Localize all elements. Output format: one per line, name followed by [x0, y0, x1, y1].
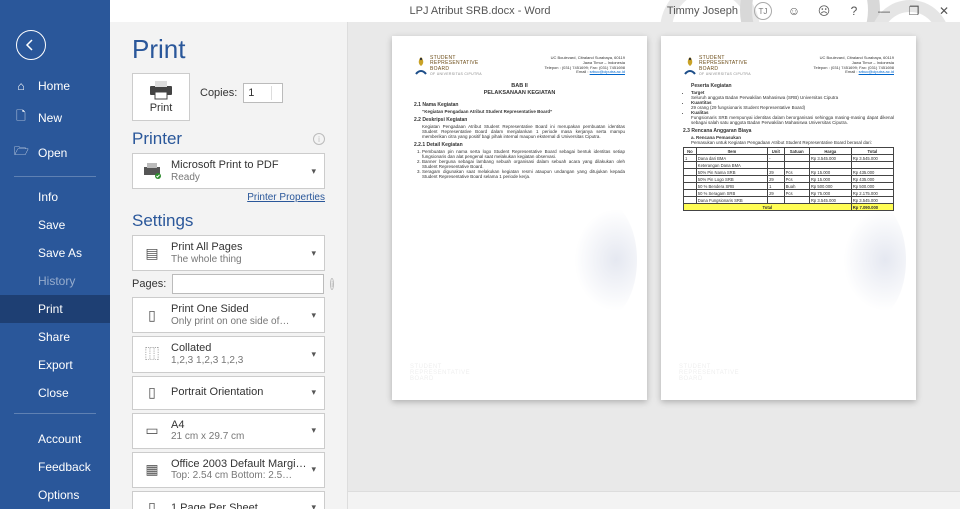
user-name: Timmy Joseph	[667, 5, 738, 17]
face-happy-icon[interactable]: ☺	[786, 3, 802, 19]
margins-select[interactable]: ▦ Office 2003 Default Margi…Top: 2.54 cm…	[132, 452, 325, 488]
copies-stepper[interactable]: 1	[243, 83, 283, 103]
help-icon[interactable]: ?	[846, 3, 862, 19]
chevron-down-icon: ▾	[311, 166, 316, 177]
sidebar-item-home[interactable]: ⌂Home	[0, 72, 110, 100]
sidebar-item-save[interactable]: Save	[0, 211, 110, 239]
pages-per-sheet-select[interactable]: ▯ 1 Page Per Sheet ▾	[132, 491, 325, 509]
home-icon: ⌂	[14, 79, 28, 93]
chevron-down-icon: ▾	[311, 502, 316, 509]
sidebar-item-share[interactable]: Share	[0, 323, 110, 351]
title-bar: LPJ Atribut SRB.docx - Word Timmy Joseph…	[0, 0, 960, 22]
sidebar-item-print[interactable]: Print	[0, 295, 110, 323]
pages-label: Pages:	[132, 278, 166, 290]
print-settings-panel: Print Print Copies: 1 Printer i Microsof…	[110, 22, 348, 509]
sidebar-item-close[interactable]: Close	[0, 379, 110, 407]
chevron-down-icon: ▾	[311, 248, 316, 259]
sidebar-item-open[interactable]: 🗁Open	[0, 135, 110, 170]
sidebar-item-history: History	[0, 267, 110, 295]
copies-label: Copies:	[200, 87, 237, 99]
sidebar-item-info[interactable]: Info	[0, 183, 110, 211]
open-icon: 🗁	[14, 142, 28, 163]
preview-page-2: STUDENTREPRESENTATIVEBOARDOF UNIVERSITAS…	[661, 36, 916, 400]
portrait-icon: ▯	[141, 382, 163, 404]
sidebar-item-export[interactable]: Export	[0, 351, 110, 379]
sidebar-item-account[interactable]: Account	[0, 425, 110, 453]
print-preview: STUDENTREPRESENTATIVEBOARDOF UNIVERSITAS…	[348, 22, 960, 509]
restore-icon[interactable]: ❐	[906, 3, 922, 19]
org-logo-icon	[683, 56, 697, 76]
print-button[interactable]: Print	[132, 73, 190, 121]
orientation-select[interactable]: ▯ Portrait Orientation ▾	[132, 376, 325, 410]
org-logo-icon	[414, 56, 428, 76]
sidebar-item-new[interactable]: 🗋New	[0, 100, 110, 135]
printer-select[interactable]: Microsoft Print to PDF Ready ▾	[132, 153, 325, 189]
printer-heading: Printer	[132, 129, 182, 149]
pages-input[interactable]	[172, 274, 324, 294]
one-sided-icon: ▯	[141, 304, 163, 326]
sidebar-item-feedback[interactable]: Feedback	[0, 453, 110, 481]
printer-properties-link[interactable]: Printer Properties	[132, 192, 325, 203]
user-avatar[interactable]: TJ	[754, 2, 772, 20]
new-icon: 🗋	[14, 107, 28, 128]
sidebar-item-options[interactable]: Options	[0, 481, 110, 509]
sides-select[interactable]: ▯ Print One SidedOnly print on one side …	[132, 297, 325, 333]
minimize-icon[interactable]: —	[876, 3, 892, 19]
preview-page-1: STUDENTREPRESENTATIVEBOARDOF UNIVERSITAS…	[392, 36, 647, 400]
chevron-down-icon: ▾	[311, 349, 316, 360]
window-title: LPJ Atribut SRB.docx - Word	[409, 5, 550, 17]
print-range-select[interactable]: ▤ Print All PagesThe whole thing ▾	[132, 235, 325, 271]
print-heading: Print	[132, 34, 325, 65]
collate-select[interactable]: ⿲ Collated1,2,3 1,2,3 1,2,3 ▾	[132, 336, 325, 372]
paper-size-select[interactable]: ▭ A421 cm x 29.7 cm ▾	[132, 413, 325, 449]
face-sad-icon[interactable]: ☹	[816, 3, 832, 19]
printer-icon	[147, 80, 175, 100]
chevron-down-icon: ▾	[311, 387, 316, 398]
collated-icon: ⿲	[141, 343, 163, 365]
printer-info-icon[interactable]: i	[313, 133, 325, 145]
sidebar-item-saveas[interactable]: Save As	[0, 239, 110, 267]
chevron-down-icon: ▾	[311, 425, 316, 436]
preview-status-bar	[348, 491, 960, 509]
pages-icon: ▤	[141, 242, 163, 264]
printer-device-icon	[141, 160, 163, 182]
paper-icon: ▭	[141, 420, 163, 442]
chevron-down-icon: ▾	[311, 310, 316, 321]
backstage-sidebar: ⌂Home 🗋New 🗁Open Info Save Save As Histo…	[0, 0, 110, 509]
one-page-icon: ▯	[141, 497, 163, 509]
chevron-down-icon: ▾	[311, 464, 316, 475]
pages-info-icon[interactable]: i	[330, 278, 334, 290]
margins-icon: ▦	[141, 459, 163, 481]
back-button[interactable]	[16, 30, 46, 60]
settings-heading: Settings	[132, 211, 325, 231]
close-window-icon[interactable]: ✕	[936, 3, 952, 19]
